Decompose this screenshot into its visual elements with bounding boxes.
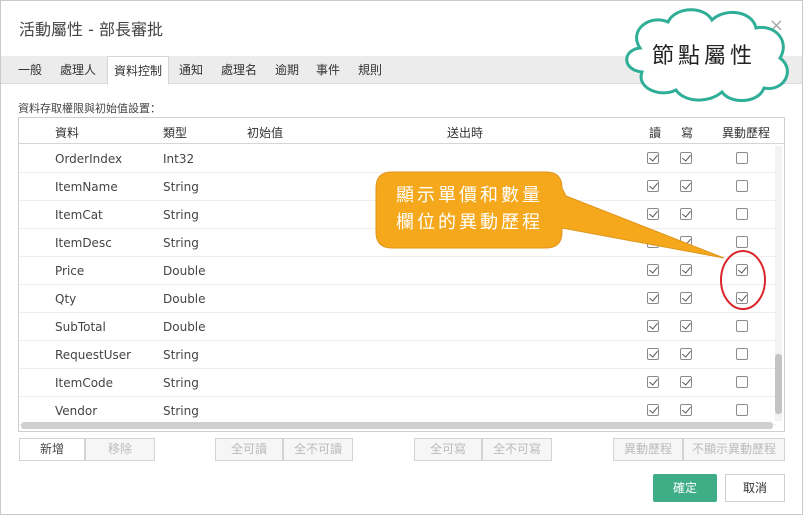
- row-data-name: ItemDesc: [55, 236, 112, 250]
- tab-data-control[interactable]: 資料控制: [107, 56, 169, 85]
- row-data-type: Double: [163, 264, 206, 278]
- row-data-type: Int32: [163, 152, 195, 166]
- row-data-type: String: [163, 404, 199, 418]
- table-row[interactable]: ItemCode String: [19, 369, 776, 397]
- col-header-write[interactable]: 寫: [681, 124, 693, 141]
- no-history-button[interactable]: 不顯示異動歷程: [683, 438, 785, 461]
- none-writable-button[interactable]: 全不可寫: [482, 438, 552, 461]
- horizontal-scrollbar[interactable]: [21, 422, 773, 429]
- tab-handler[interactable]: 處理人: [52, 56, 104, 84]
- read-checkbox[interactable]: [647, 208, 659, 220]
- row-data-type: String: [163, 348, 199, 362]
- read-checkbox[interactable]: [647, 376, 659, 388]
- write-checkbox[interactable]: [680, 376, 692, 388]
- close-icon[interactable]: ×: [769, 15, 784, 36]
- row-data-type: String: [163, 180, 199, 194]
- history-checkbox[interactable]: [736, 320, 748, 332]
- write-checkbox[interactable]: [680, 320, 692, 332]
- tab-notify[interactable]: 通知: [173, 56, 209, 84]
- row-data-type: Double: [163, 320, 206, 334]
- add-button[interactable]: 新增: [19, 438, 85, 461]
- col-header-data[interactable]: 資料: [55, 124, 79, 141]
- dialog-title: 活動屬性 - 部長審批: [19, 20, 163, 39]
- history-button[interactable]: 異動歷程: [613, 438, 683, 461]
- tab-general[interactable]: 一般: [11, 56, 49, 84]
- read-checkbox[interactable]: [647, 404, 659, 416]
- section-label: 資料存取權限與初始值設置：: [18, 102, 161, 115]
- history-checkbox[interactable]: [736, 404, 748, 416]
- history-checkbox[interactable]: [736, 180, 748, 192]
- table-row[interactable]: Price Double: [19, 257, 776, 285]
- history-checkbox[interactable]: [736, 208, 748, 220]
- read-checkbox[interactable]: [647, 348, 659, 360]
- table-row[interactable]: Qty Double: [19, 285, 776, 313]
- table-row[interactable]: SubTotal Double: [19, 313, 776, 341]
- tab-rules[interactable]: 規則: [351, 56, 389, 84]
- row-data-name: ItemCode: [55, 376, 114, 390]
- vertical-scrollbar[interactable]: [775, 146, 782, 421]
- read-checkbox[interactable]: [647, 180, 659, 192]
- tab-events[interactable]: 事件: [309, 56, 347, 84]
- row-data-type: Double: [163, 292, 206, 306]
- row-data-type: String: [163, 376, 199, 390]
- write-checkbox[interactable]: [680, 180, 692, 192]
- col-header-history[interactable]: 異動歷程: [722, 124, 770, 141]
- row-data-name: Qty: [55, 292, 77, 306]
- remove-button[interactable]: 移除: [85, 438, 155, 461]
- col-header-type[interactable]: 類型: [163, 124, 187, 141]
- write-checkbox[interactable]: [680, 264, 692, 276]
- write-checkbox[interactable]: [680, 236, 692, 248]
- history-checkbox[interactable]: [736, 376, 748, 388]
- row-data-name: Vendor: [55, 404, 98, 418]
- read-checkbox[interactable]: [647, 320, 659, 332]
- read-checkbox[interactable]: [647, 152, 659, 164]
- row-data-name: OrderIndex: [55, 152, 123, 166]
- row-data-name: RequestUser: [55, 348, 132, 362]
- read-checkbox[interactable]: [647, 236, 659, 248]
- dialog-window: 活動屬性 - 部長審批 × 一般 處理人 資料控制 通知 處理名 逾期 事件 規…: [0, 0, 803, 515]
- history-checkbox[interactable]: [736, 292, 748, 304]
- row-data-name: Price: [55, 264, 85, 278]
- row-data-name: ItemCat: [55, 208, 103, 222]
- write-checkbox[interactable]: [680, 292, 692, 304]
- read-checkbox[interactable]: [647, 292, 659, 304]
- tab-overdue[interactable]: 逾期: [269, 56, 305, 84]
- table-row[interactable]: OrderIndex Int32: [19, 145, 776, 173]
- col-header-initial[interactable]: 初始值: [247, 124, 283, 141]
- col-header-on-send[interactable]: 送出時: [447, 124, 483, 141]
- grid-header: 資料 類型 初始值 送出時 讀 寫 異動歷程: [19, 118, 784, 144]
- all-writable-button[interactable]: 全可寫: [414, 438, 482, 461]
- all-readable-button[interactable]: 全可讀: [215, 438, 283, 461]
- write-checkbox[interactable]: [680, 208, 692, 220]
- history-checkbox[interactable]: [736, 264, 748, 276]
- row-data-name: ItemName: [55, 180, 118, 194]
- ok-button[interactable]: 確定: [653, 474, 717, 502]
- data-grid: 資料 類型 初始值 送出時 讀 寫 異動歷程 OrderIndex Int32 It…: [18, 117, 785, 432]
- read-checkbox[interactable]: [647, 264, 659, 276]
- table-row[interactable]: Vendor String: [19, 397, 776, 425]
- row-data-type: String: [163, 208, 199, 222]
- callout-line-1: 顯示單價和數量: [396, 185, 543, 206]
- none-readable-button[interactable]: 全不可讀: [283, 438, 353, 461]
- history-checkbox[interactable]: [736, 236, 748, 248]
- history-checkbox[interactable]: [736, 152, 748, 164]
- history-checkbox[interactable]: [736, 348, 748, 360]
- col-header-read[interactable]: 讀: [649, 124, 661, 141]
- table-row[interactable]: RequestUser String: [19, 341, 776, 369]
- cancel-button[interactable]: 取消: [725, 474, 785, 502]
- cloud-annotation-label: 節點屬性: [652, 44, 757, 69]
- vertical-scroll-thumb[interactable]: [775, 354, 782, 414]
- write-checkbox[interactable]: [680, 348, 692, 360]
- write-checkbox[interactable]: [680, 152, 692, 164]
- write-checkbox[interactable]: [680, 404, 692, 416]
- row-data-name: SubTotal: [55, 320, 106, 334]
- callout-line-2: 欄位的異動歷程: [396, 212, 543, 233]
- row-data-type: String: [163, 236, 199, 250]
- tab-process-name[interactable]: 處理名: [213, 56, 265, 84]
